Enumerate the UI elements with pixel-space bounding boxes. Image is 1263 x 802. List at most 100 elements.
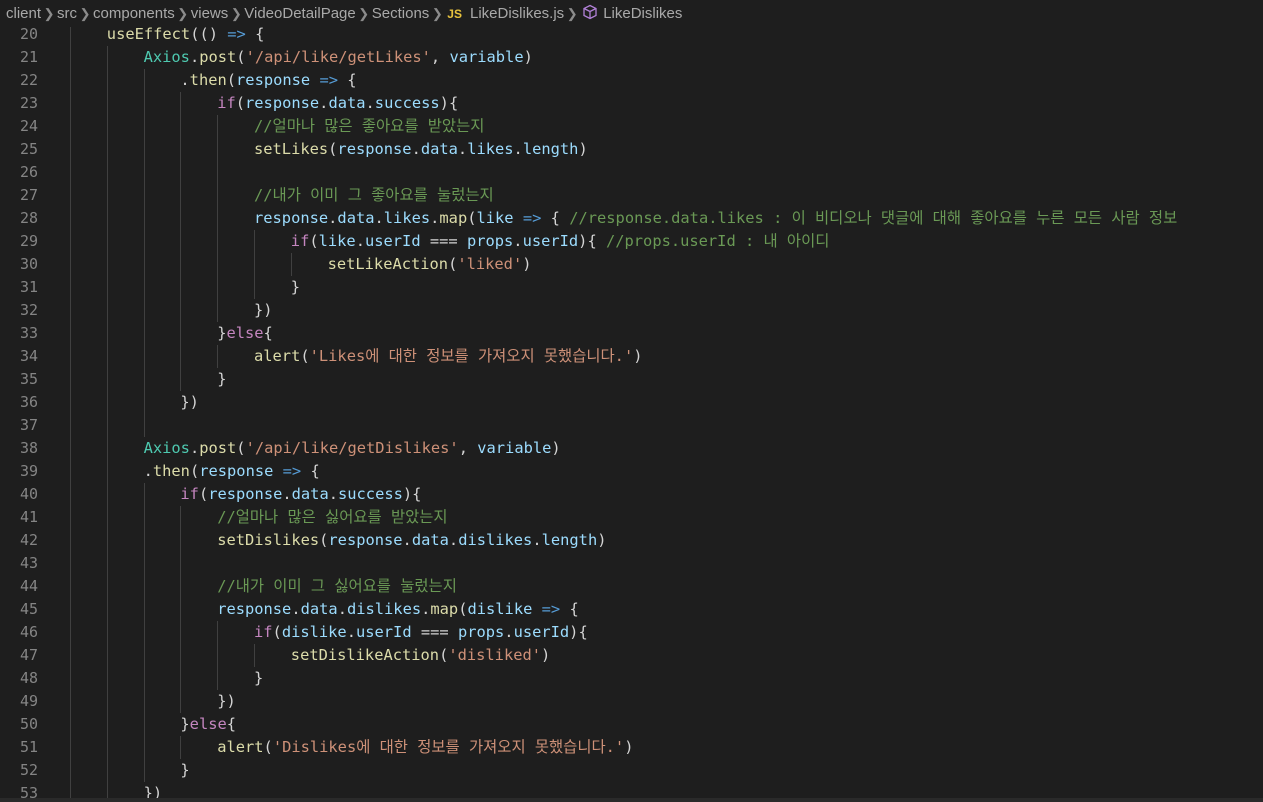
code-line[interactable]: 34 alert('Likes에 대한 정보를 가져오지 못했습니다.') [0,345,1263,368]
code-token: . [337,600,347,618]
code-line[interactable]: 37 [0,414,1263,437]
code-line[interactable]: 23 if(response.data.success){ [0,92,1263,115]
code-line[interactable]: 48} [0,667,1263,690]
indent-guide [290,253,292,276]
code-token: setLikes [254,140,329,158]
code-token: { [226,715,237,733]
code-token: { [541,209,570,227]
code-line[interactable]: 43 [0,552,1263,575]
line-number: 22 [19,71,38,89]
line-number: 20 [19,27,38,43]
line-number: 31 [19,278,38,296]
indent-guide [143,184,145,207]
line-number: 33 [19,324,38,342]
code-line[interactable]: 52} [0,759,1263,782]
code-line[interactable]: 51 alert('Dislikes에 대한 정보를 가져오지 못했습니다.') [0,736,1263,759]
code-line[interactable]: 38 Axios.post('/api/like/getDislikes', va… [0,437,1263,460]
code-token: => [541,600,561,618]
code-text: response.data.dislikes.map(dislike => { [217,598,579,621]
chevron-right-icon: ❯ [177,5,189,21]
indent-guide [106,575,108,598]
indent-guide [106,506,108,529]
code-line[interactable]: 39 .then(response => { [0,460,1263,483]
code-line[interactable]: 21 Axios.post('/api/like/getLikes', varia… [0,46,1263,69]
indent-guide [106,667,108,690]
code-line[interactable]: 36}) [0,391,1263,414]
code-token: response [245,94,320,112]
code-line[interactable]: 40 if(response.data.success){ [0,483,1263,506]
chevron-right-icon: ❯ [566,5,578,21]
indent-guide [143,713,145,736]
breadcrumb-item-sections[interactable]: Sections [372,5,430,22]
code-editor[interactable]: 20 useEffect(() => {21 Axios.post('/api/li… [0,27,1263,802]
code-line[interactable]: 42 setDislikes(response.data.dislikes.len… [0,529,1263,552]
code-token: else [226,324,264,342]
code-token: alert [217,738,264,756]
code-line[interactable]: 26 [0,161,1263,184]
indent-guide [143,483,145,506]
code-token: . [328,485,338,503]
breadcrumb-item-client[interactable]: client [6,5,41,22]
indent-guide [180,138,182,161]
code-line[interactable]: 35} [0,368,1263,391]
horizontal-scrollbar[interactable] [0,798,1263,802]
chevron-right-icon: ❯ [358,5,370,21]
code-text: setDislikeAction('disliked') [291,644,551,667]
code-token: userId [522,232,579,250]
indent-guide [106,184,108,207]
code-token: }) [180,393,199,411]
code-line[interactable]: 49}) [0,690,1263,713]
code-line[interactable]: 28 response.data.likes.map(like => { //re… [0,207,1263,230]
line-number: 34 [19,347,38,365]
code-line[interactable]: 22 .then(response => { [0,69,1263,92]
code-token: response [217,600,292,618]
code-line[interactable]: 45 response.data.dislikes.map(dislike => … [0,598,1263,621]
indent-guide [217,253,219,276]
indent-guide [180,322,182,345]
code-line[interactable]: 32}) [0,299,1263,322]
code-line[interactable]: 41 //얼마나 많은 싫어요를 받았는지 [0,506,1263,529]
code-line[interactable]: 27 //내가 이미 그 좋아요를 눌렀는지 [0,184,1263,207]
code-line[interactable]: 50}else{ [0,713,1263,736]
breadcrumb-item-src[interactable]: src [57,5,77,22]
indent-guide [70,414,71,437]
indent-guide [70,46,71,69]
breadcrumb-item-views[interactable]: views [191,5,229,22]
line-number: 32 [19,301,38,319]
code-token: if [180,485,199,503]
indent-guide [106,92,108,115]
indent-guide [70,115,71,138]
code-line[interactable]: 33}else{ [0,322,1263,345]
code-line[interactable]: 24 //얼마나 많은 좋아요를 받았는지 [0,115,1263,138]
code-line[interactable]: 44 //내가 이미 그 싫어요를 눌렀는지 [0,575,1263,598]
code-token: //props.userId : 내 아이디 [605,232,830,250]
indent-guide [70,230,71,253]
breadcrumb-item-components[interactable]: components [93,5,175,22]
breadcrumb-item-videodetailpage[interactable]: VideoDetailPage [244,5,355,22]
code-line[interactable]: 46 if(dislike.userId === props.userId){ [0,621,1263,644]
code-token: length [522,140,579,158]
code-line[interactable]: 25 setLikes(response.data.likes.length) [0,138,1263,161]
code-token: . [355,232,365,250]
line-number: 25 [19,140,38,158]
code-token: . [189,48,200,66]
code-line[interactable]: 30 setLikeAction('liked') [0,253,1263,276]
code-text: setLikes(response.data.likes.length) [254,138,588,161]
code-token: like [318,232,356,250]
code-line[interactable]: 31} [0,276,1263,299]
code-token: if [290,232,310,250]
breadcrumb-item-symbol[interactable]: LikeDislikes [603,5,682,22]
code-line[interactable]: 20 useEffect(() => { [0,27,1263,46]
code-token: post [199,439,237,457]
indent-guide [106,437,108,460]
breadcrumb-item-file[interactable]: LikeDislikes.js [470,5,564,22]
code-token: //response.data.likes : 이 비디오나 댓글에 대해 좋아… [569,209,1178,227]
code-line[interactable]: 47 setDislikeAction('disliked') [0,644,1263,667]
code-token: data [337,209,375,227]
indent-guide [180,690,182,713]
code-line[interactable]: 29 if(like.userId === props.userId){ //pr… [0,230,1263,253]
line-number: 24 [19,117,38,135]
indent-guide [180,667,182,690]
